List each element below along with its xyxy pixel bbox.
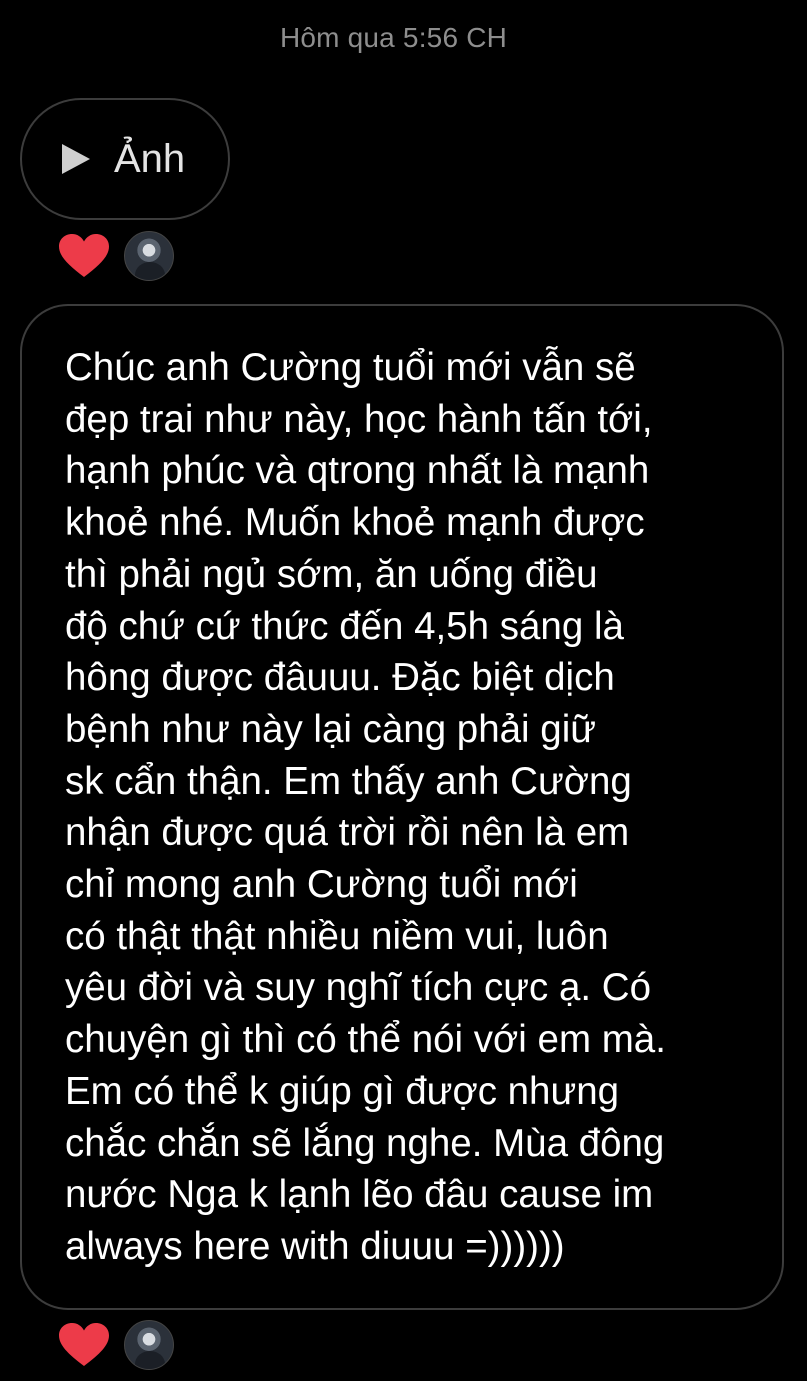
text-message-bubble[interactable]: Chúc anh Cường tuổi mới vẫn sẽ đẹp trai … bbox=[20, 304, 784, 1310]
photo-label: Ảnh bbox=[114, 136, 186, 181]
message-text: Chúc anh Cường tuổi mới vẫn sẽ đẹp trai … bbox=[65, 346, 666, 1268]
avatar[interactable] bbox=[124, 1320, 174, 1370]
avatar[interactable] bbox=[124, 231, 174, 281]
play-icon bbox=[62, 144, 90, 174]
timestamp: Hôm qua 5:56 CH bbox=[279, 22, 508, 53]
photo-message-bubble[interactable]: Ảnh bbox=[20, 98, 230, 220]
heart-icon[interactable] bbox=[58, 233, 110, 279]
photo-reaction-row[interactable] bbox=[58, 230, 174, 282]
heart-icon[interactable] bbox=[58, 1322, 110, 1368]
text-reaction-row[interactable] bbox=[58, 1319, 174, 1371]
